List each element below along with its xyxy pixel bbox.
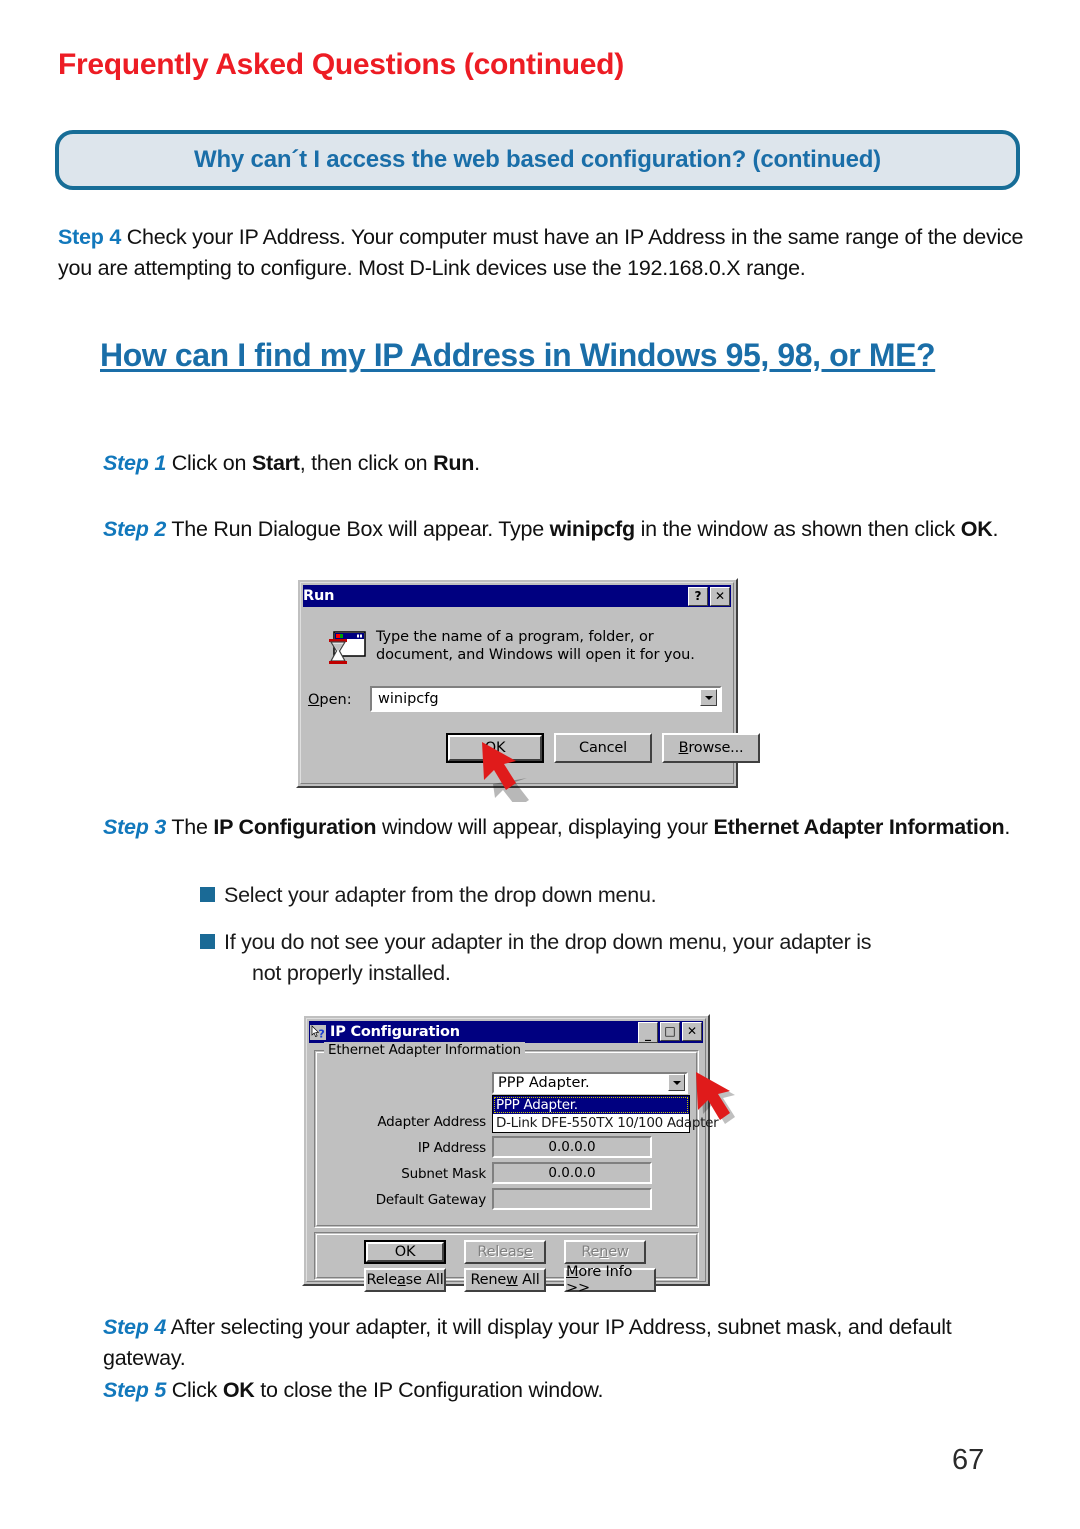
step-label: Step 3 (103, 815, 167, 839)
run-open-input[interactable]: winipcfg (370, 686, 722, 712)
step-text-end: to close the IP Configuration window. (254, 1378, 604, 1402)
list-item: Select your adapter from the drop down m… (200, 880, 1040, 911)
step-text-end: . (1004, 815, 1011, 839)
dropdown-option[interactable]: PPP Adapter. (493, 1096, 689, 1114)
ip-address-label: IP Address (417, 1140, 486, 1156)
ipconfig-ok-button[interactable]: OK (364, 1240, 446, 1264)
run-dialog-title: Run (303, 588, 335, 604)
emphasis-winipcfg: winipcfg (549, 517, 635, 541)
emphasis-start: Start (251, 451, 300, 475)
square-bullet-icon (200, 887, 215, 902)
step-text: The Run Dialogue Box will appear. Type (166, 517, 550, 541)
emphasis-run: Run (433, 451, 475, 475)
step-text-end: . (992, 517, 999, 541)
step-text: Check your IP Address. Your computer mus… (58, 225, 1024, 280)
default-gateway-label: Default Gateway (375, 1192, 486, 1208)
close-icon[interactable]: ✕ (682, 1021, 702, 1041)
run-dialog-titlebar: Run ? ✕ (303, 585, 731, 607)
open-label: Open: (308, 692, 352, 708)
ip-configuration-window[interactable]: ? IP Configuration _ □ ✕ Ethernet Adapte… (302, 1014, 719, 1296)
release-all-button[interactable]: Release All (364, 1268, 446, 1292)
run-browse-button[interactable]: Browse... (662, 733, 760, 763)
default-gateway-value (492, 1188, 652, 1210)
dropdown-option[interactable]: D-Link DFE-550TX 10/100 Adapter (493, 1114, 719, 1132)
group-label: Ethernet Adapter Information (324, 1042, 525, 1058)
renew-all-button[interactable]: Renew All (464, 1268, 546, 1292)
paragraph-step4-bottom: Step 4 After selecting your adapter, it … (103, 1312, 1033, 1374)
svg-text:?: ? (318, 1027, 324, 1039)
minimize-icon[interactable]: _ (638, 1021, 658, 1043)
paragraph-step5: Step 5 Click OK to close the IP Configur… (103, 1375, 1033, 1406)
ipconfig-title: IP Configuration (330, 1024, 460, 1040)
ipconfig-titlebar-buttons: _ □ ✕ (638, 1021, 703, 1043)
step-text: After selecting your adapter, it will di… (103, 1315, 952, 1370)
ipconfig-ok-label: OK (366, 1242, 444, 1262)
adapter-combo-value: PPP Adapter. (498, 1075, 590, 1091)
list-item: If you do not see your adapter in the dr… (200, 927, 1040, 989)
subnet-mask-value: 0.0.0.0 (492, 1162, 652, 1184)
list-item-text: If you do not see your adapter in the dr… (224, 927, 1040, 989)
subnet-mask-label: Subnet Mask (401, 1166, 486, 1182)
square-bullet-icon (200, 934, 215, 949)
pointer-arrow-adapter-dropdown (690, 1070, 756, 1133)
list-item-line1: If you do not see your adapter in the dr… (224, 930, 872, 954)
step-text: Click (166, 1378, 223, 1402)
bullet-list: Select your adapter from the drop down m… (200, 880, 1040, 1005)
emphasis-ipconfig: IP Configuration (213, 815, 377, 839)
section-banner-title: Why can´t I access the web based configu… (194, 146, 881, 173)
run-dialog-description: Type the name of a program, folder, or d… (376, 629, 695, 663)
close-icon[interactable]: ✕ (710, 586, 730, 606)
paragraph-step4-top: Step 4 Check your IP Address. Your compu… (58, 222, 1033, 284)
paragraph-step3: Step 3 The IP Configuration window will … (103, 812, 1033, 843)
section-heading-text: How can I find my IP Address in Windows … (100, 337, 936, 373)
emphasis-ok: OK (222, 1378, 255, 1402)
list-item-line2: not properly installed. (252, 961, 451, 985)
step-text-end: . (474, 451, 480, 475)
run-cancel-button[interactable]: Cancel (554, 733, 652, 763)
section-banner: Why can´t I access the web based configu… (55, 130, 1020, 190)
release-button: Release (464, 1240, 546, 1264)
section-heading: How can I find my IP Address in Windows … (100, 335, 1020, 375)
maximize-icon[interactable]: □ (660, 1021, 680, 1041)
run-open-value: winipcfg (378, 691, 439, 707)
page-number: 67 (952, 1444, 985, 1476)
step-text-mid: in the window as shown then click (634, 517, 961, 541)
chevron-down-icon[interactable] (668, 1074, 685, 1091)
step-label: Step 4 (58, 225, 122, 249)
step-text-mid: window will appear, displaying your (376, 815, 714, 839)
pointer-arrow-run-ok (476, 740, 546, 808)
step-text: Click on (166, 451, 252, 475)
ip-address-value: 0.0.0.0 (492, 1136, 652, 1158)
paragraph-step1: Step 1 Click on Start, then click on Run… (103, 448, 1033, 479)
manual-page: Frequently Asked Questions (continued) W… (0, 0, 1080, 1529)
list-item-text: Select your adapter from the drop down m… (224, 883, 657, 907)
step-text-mid: , then click on (299, 451, 434, 475)
run-titlebar-buttons: ? ✕ (688, 586, 731, 606)
help-button[interactable]: ? (688, 586, 708, 606)
step-label: Step 2 (103, 517, 167, 541)
emphasis-ethernet-adapter-info: Ethernet Adapter Information (713, 815, 1005, 839)
adapter-combo-input[interactable]: PPP Adapter. (492, 1072, 688, 1094)
step-label: Step 1 (103, 451, 167, 475)
adapter-address-label: Adapter Address (377, 1114, 486, 1130)
renew-button: Renew (564, 1240, 646, 1264)
run-program-icon (326, 628, 368, 670)
chevron-down-icon[interactable] (700, 689, 717, 706)
step-label: Step 4 (103, 1315, 167, 1339)
adapter-dropdown-list[interactable]: PPP Adapter. D-Link DFE-550TX 10/100 Ada… (492, 1095, 719, 1133)
page-title: Frequently Asked Questions (continued) (58, 48, 624, 81)
paragraph-step2: Step 2 The Run Dialogue Box will appear.… (103, 514, 1038, 545)
step-text: The (166, 815, 214, 839)
ipconfig-titlebar: ? IP Configuration _ □ ✕ (309, 1021, 703, 1043)
step-label: Step 5 (103, 1378, 167, 1402)
more-info-button[interactable]: More Info >> (564, 1264, 656, 1296)
help-pointer-icon: ? (310, 1024, 326, 1040)
emphasis-ok: OK (960, 517, 993, 541)
